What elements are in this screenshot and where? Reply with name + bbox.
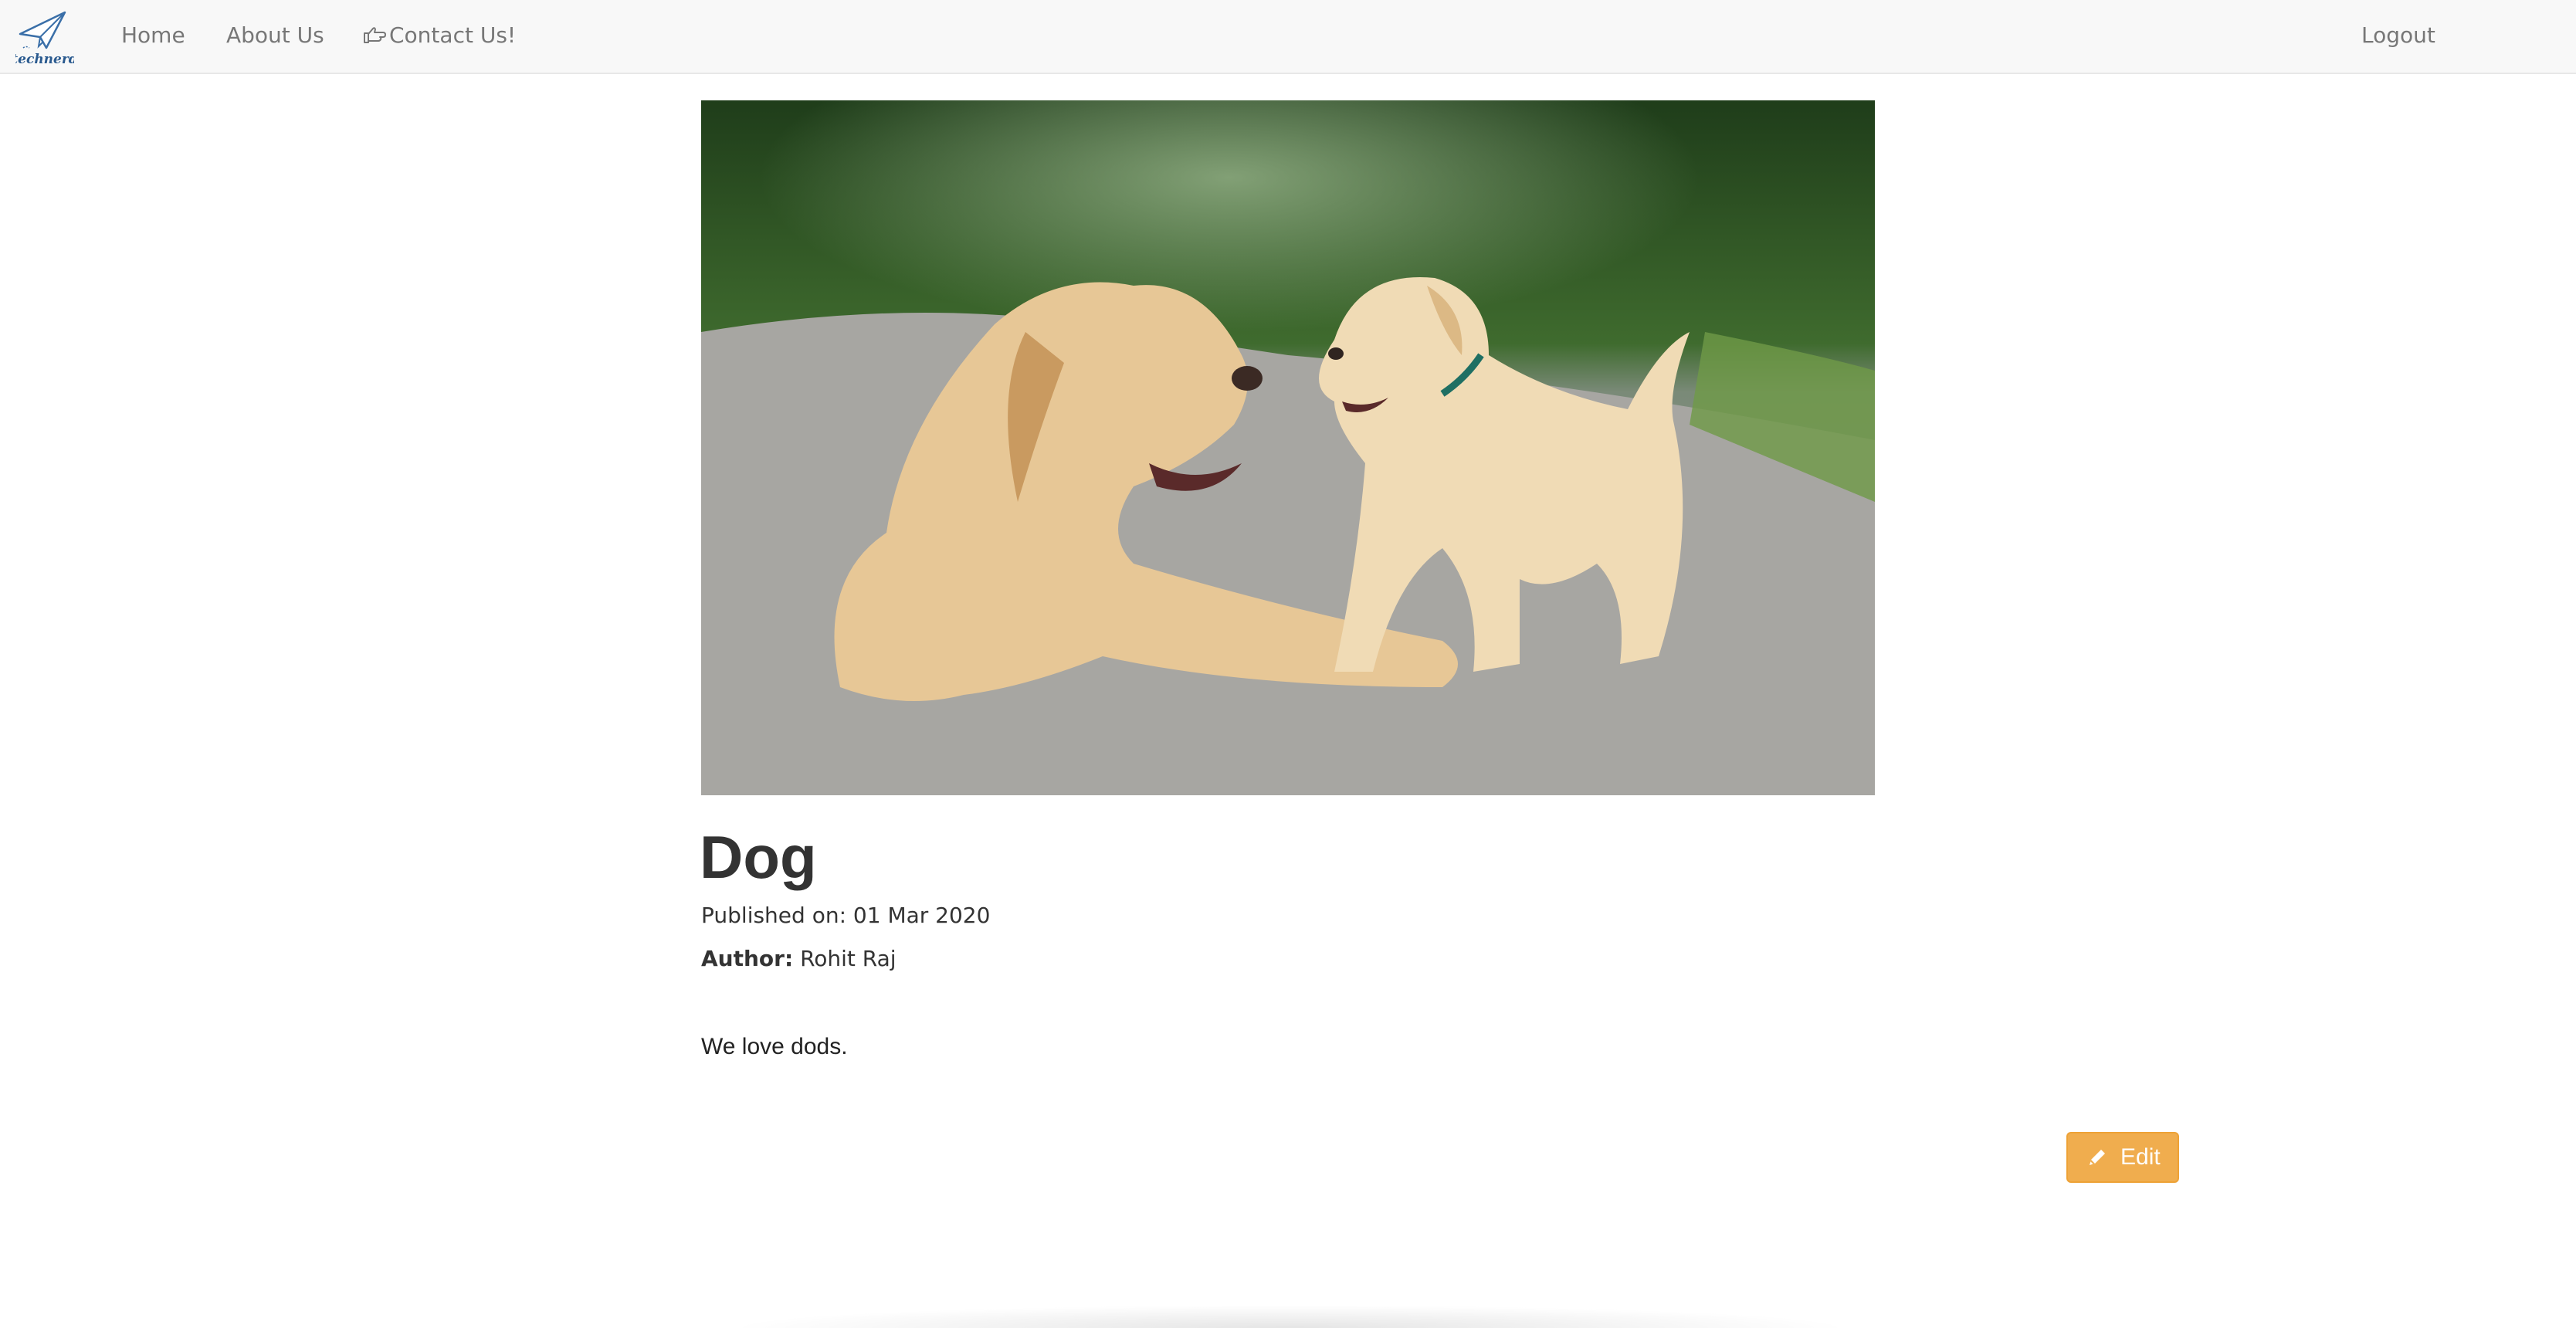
post-title: Dog <box>700 823 817 891</box>
logo[interactable]: technerd <box>15 8 74 69</box>
dogs-photo <box>701 100 1875 795</box>
logout-link[interactable]: Logout <box>2361 0 2435 73</box>
pencil-icon <box>2090 1150 2105 1165</box>
nav-home-link[interactable]: Home <box>121 0 185 73</box>
edit-button[interactable]: Edit <box>2066 1132 2179 1183</box>
edit-label: Edit <box>2120 1144 2161 1170</box>
nav-contact-link[interactable]: Contact Us! <box>363 0 516 73</box>
author-line: Author: Rohit Raj <box>701 943 897 974</box>
page-footer-shadow <box>726 1305 1853 1328</box>
author-label: Author: <box>701 946 794 971</box>
navbar: technerd Home About Us Contact Us! Logou… <box>0 0 2576 74</box>
paper-plane-icon: technerd <box>15 11 74 67</box>
post-body: We love dods. <box>701 1034 848 1059</box>
svg-text:technerd: technerd <box>15 52 74 67</box>
published-date: Published on: 01 Mar 2020 <box>701 903 991 928</box>
nav-about-link[interactable]: About Us <box>226 0 324 73</box>
hand-point-right-icon <box>364 27 386 43</box>
post-image <box>701 100 1875 795</box>
author-name: Rohit Raj <box>800 946 897 971</box>
nav-contact-label: Contact Us! <box>389 22 517 48</box>
